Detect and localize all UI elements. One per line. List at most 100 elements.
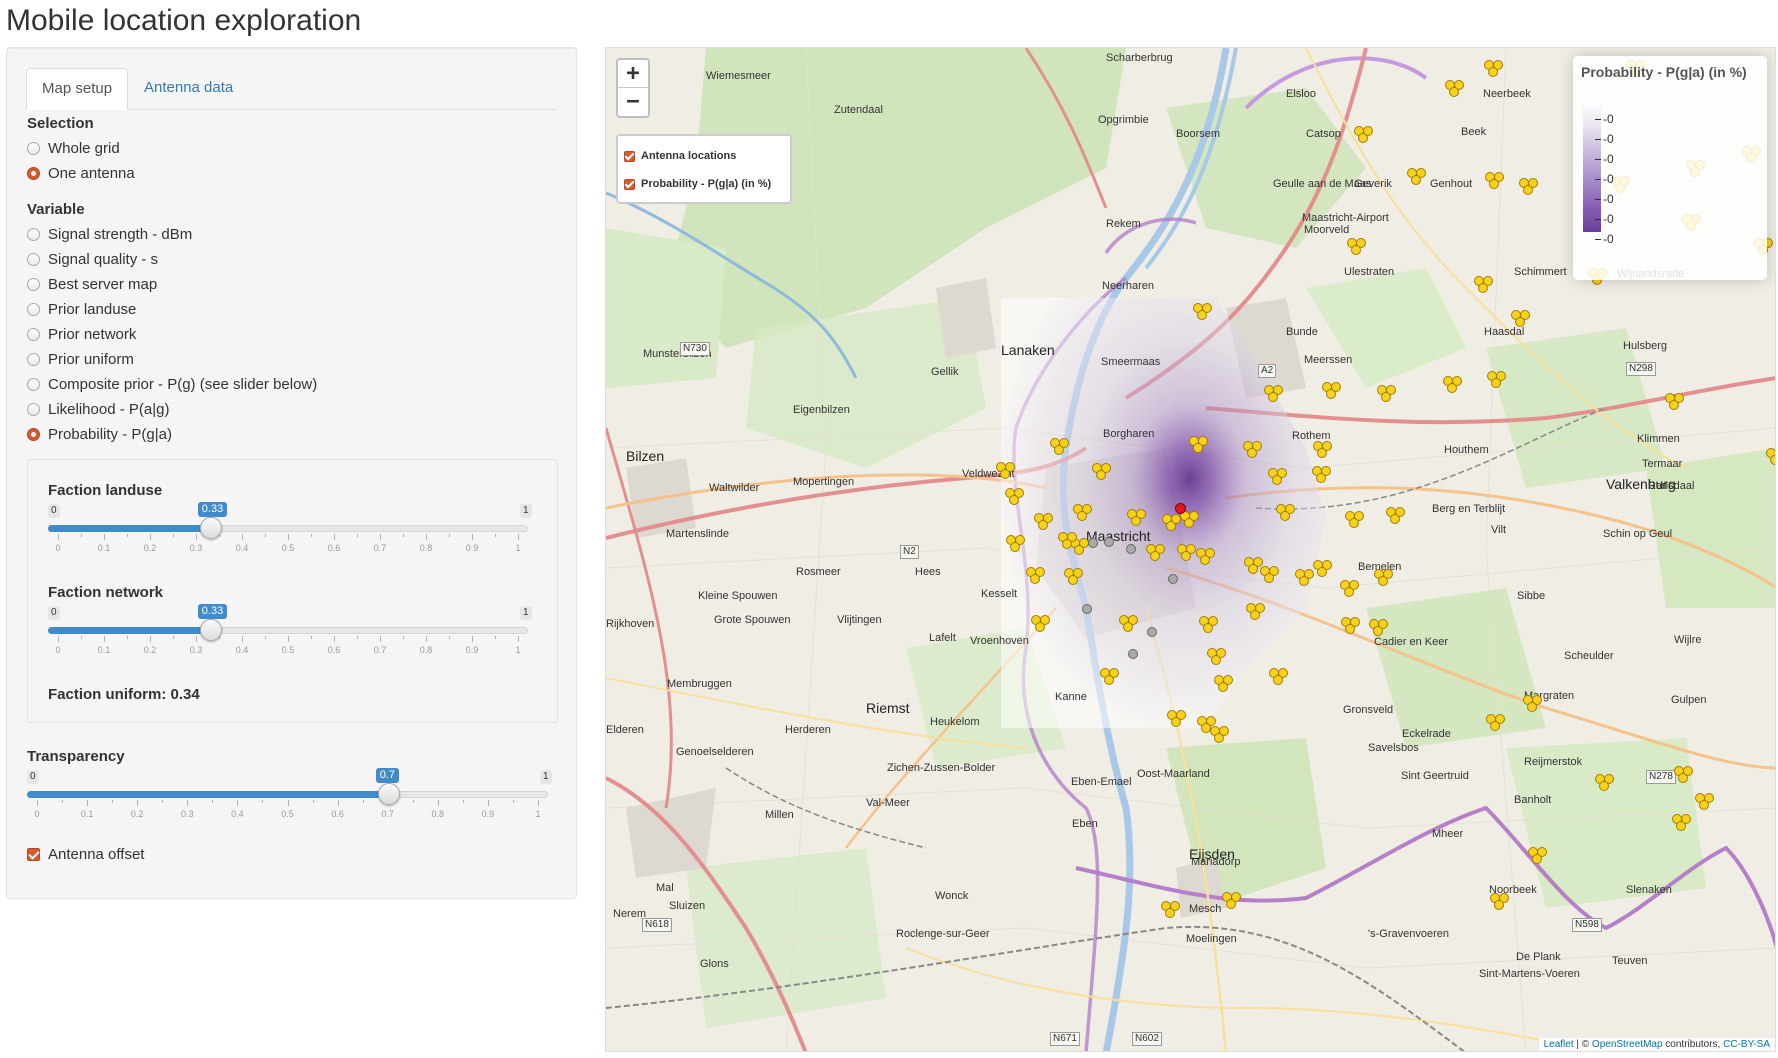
slider-tick-label: 0.9: [465, 543, 479, 553]
checkbox-checked[interactable]: [27, 848, 40, 861]
radio-button[interactable]: [27, 277, 40, 291]
radio-variable-4[interactable]: Prior network: [27, 324, 136, 344]
page-title: Mobile location exploration: [6, 4, 362, 37]
layer-label: Probability - P(g|a) (in %): [641, 178, 772, 190]
legend-tick: [1595, 119, 1601, 120]
slider-tick-label: 0.2: [143, 543, 157, 553]
antenna-marker-inactive[interactable]: [1082, 604, 1092, 614]
place-label: Sibbe: [1517, 590, 1546, 602]
transparency-slider[interactable]: Transparency 0 1 0 0.1 0.2 0.3 0.4 0.5 0.6 0.7 0.8…: [27, 748, 558, 819]
antenna-dot: [1381, 392, 1391, 402]
place-label: Rekem: [1106, 218, 1141, 230]
radio-button[interactable]: [27, 402, 40, 416]
map-view[interactable]: Scharberbrug Wiemesmeer Zutendaal Opgrimbie…: [605, 47, 1776, 1052]
antenna-marker-inactive[interactable]: [1088, 538, 1098, 548]
radio-variable-2[interactable]: Best server map: [27, 274, 157, 294]
slider-tick-label: 0: [34, 809, 40, 819]
radio-button[interactable]: [27, 327, 40, 341]
slider-minor-tick: [312, 800, 314, 803]
zoom-in-button[interactable]: +: [618, 60, 648, 88]
antenna-marker-inactive[interactable]: [1126, 544, 1136, 554]
checkbox-checked[interactable]: [624, 150, 635, 162]
antenna-dot: [1316, 473, 1326, 483]
slider-tick: [380, 534, 381, 540]
zoom-control: + −: [616, 58, 650, 118]
radio-button-checked[interactable]: [27, 166, 40, 180]
faction-network-slider[interactable]: Faction network 0 1 0 0.1 0.2 0.3 0.4 0.5 0.6 0.7…: [48, 584, 538, 655]
radio-variable-0[interactable]: Signal strength - dBm: [27, 224, 192, 244]
place-label: Slenaken: [1626, 884, 1672, 896]
antenna-marker-inactive[interactable]: [1168, 574, 1178, 584]
radio-button[interactable]: [27, 227, 40, 241]
place-label: Reijmerstok: [1524, 756, 1583, 768]
antenna-offset-checkbox[interactable]: Antenna offset: [27, 846, 144, 863]
antenna-dot: [1447, 383, 1457, 393]
slider-handle[interactable]: [199, 619, 222, 641]
antenna-dot: [1345, 624, 1355, 634]
slider-min-label: 0: [27, 770, 39, 784]
radio-variable-8[interactable]: Probability - P(g|a): [27, 424, 172, 444]
place-label: Scheulder: [1564, 650, 1614, 662]
slider-minor-tick: [173, 534, 174, 537]
faction-landuse-slider[interactable]: Faction landuse 0 1 0 0.1 0.2 0.3 0.4 0.5 0.6 0.7…: [48, 482, 538, 553]
slider-tick: [518, 636, 519, 642]
slider-tick-label: 0.5: [281, 645, 295, 655]
slider-tick-label: 0.5: [281, 809, 294, 819]
tab-map-setup[interactable]: Map setup: [26, 68, 129, 110]
zoom-out-button[interactable]: −: [618, 88, 648, 116]
radio-button[interactable]: [27, 377, 40, 391]
radio-button-checked[interactable]: [27, 427, 40, 441]
antenna-dot: [1166, 521, 1176, 531]
antenna-dot: [1351, 245, 1361, 255]
antenna-dot: [1035, 622, 1045, 632]
radio-button[interactable]: [27, 302, 40, 316]
place-label: Rosmeer: [796, 566, 841, 578]
slider-tick: [187, 800, 189, 806]
place-label: Bunde: [1286, 326, 1318, 338]
osm-link[interactable]: OpenStreetMap: [1592, 1039, 1663, 1050]
radio-button[interactable]: [27, 252, 40, 266]
place-label: Mopertingen: [793, 476, 855, 488]
license-link[interactable]: CC-BY-SA: [1723, 1039, 1770, 1050]
radio-variable-6[interactable]: Composite prior - P(g) (see slider below…: [27, 374, 317, 394]
radio-whole-grid[interactable]: Whole grid: [27, 138, 120, 158]
antenna-marker-inactive[interactable]: [1104, 537, 1114, 547]
leaflet-link[interactable]: Leaflet: [1544, 1039, 1574, 1050]
slider-tick-label: 0.8: [431, 809, 445, 819]
legend-tick: [1595, 139, 1601, 140]
slider-tick: [437, 800, 439, 806]
slider-tick: [487, 800, 489, 806]
map-attribution: Leaflet | © OpenStreetMap contributors, …: [1538, 1038, 1775, 1051]
radio-one-antenna[interactable]: One antenna: [27, 163, 135, 183]
slider-tick: [472, 636, 473, 642]
antenna-marker-inactive[interactable]: [1128, 649, 1138, 659]
radio-variable-1[interactable]: Signal quality - s: [27, 249, 158, 269]
slider-minor-tick: [311, 534, 312, 537]
radio-variable-3[interactable]: Prior landuse: [27, 299, 136, 319]
tab-bar: Map setup Antenna data: [26, 68, 557, 110]
radio-variable-5[interactable]: Prior uniform: [27, 349, 134, 369]
tab-antenna-data[interactable]: Antenna data: [129, 68, 248, 110]
slider-handle[interactable]: [377, 783, 400, 805]
place-label: Rijkhoven: [606, 618, 655, 630]
checkbox-checked[interactable]: [624, 178, 635, 190]
slider-minor-tick: [162, 800, 164, 803]
antenna-dot: [1200, 555, 1210, 565]
selected-antenna-marker[interactable]: [1175, 503, 1186, 514]
place-label: Savelsbos: [1368, 742, 1419, 754]
slider-tick-label: 0.5: [281, 543, 295, 553]
layer-probability[interactable]: Probability - P(g|a) (in %): [624, 170, 784, 198]
radio-variable-7[interactable]: Likelihood - P(a|g): [27, 399, 169, 419]
road-number-label: N618: [642, 918, 672, 932]
layer-label: Antenna locations: [641, 150, 737, 162]
layer-antenna-locations[interactable]: Antenna locations: [624, 142, 784, 170]
antenna-dot: [1211, 655, 1221, 665]
antenna-marker-inactive[interactable]: [1147, 627, 1157, 637]
place-label: Elderen: [606, 724, 644, 736]
slider-tick: [104, 534, 105, 540]
slider-handle[interactable]: [199, 517, 222, 539]
radio-button[interactable]: [27, 141, 40, 155]
slider-fill: [48, 627, 210, 634]
radio-button[interactable]: [27, 352, 40, 366]
slider-tick: [426, 636, 427, 642]
